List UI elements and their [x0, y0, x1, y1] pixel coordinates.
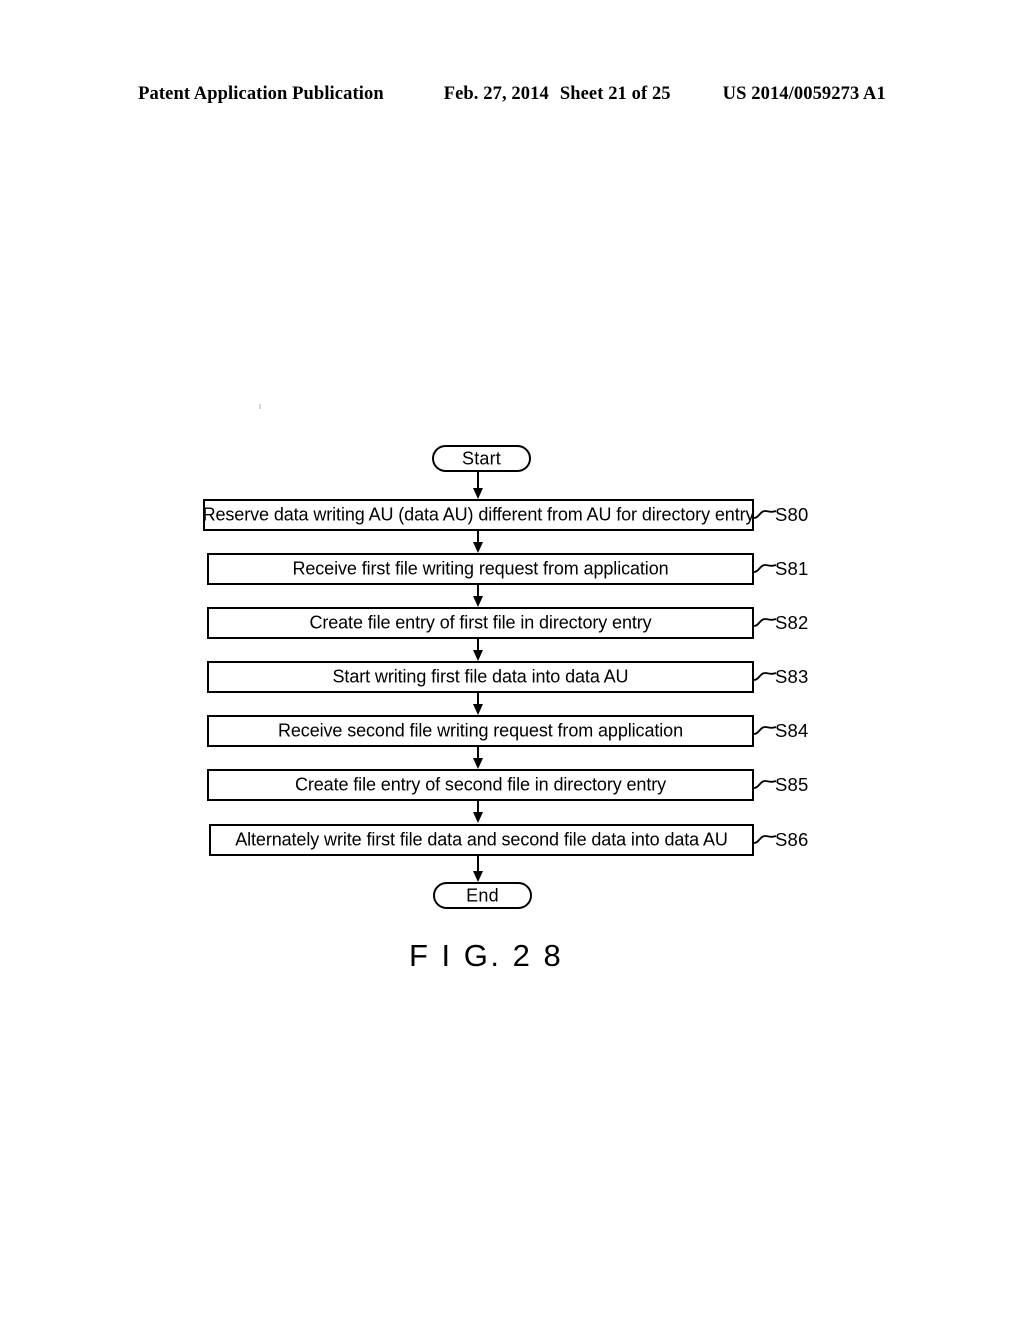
start-label: Start	[461, 448, 501, 468]
leader-line-s84	[754, 726, 776, 735]
step-text-s81: Receive first file writing request from …	[292, 558, 669, 579]
step-id-s85: S85	[775, 774, 809, 795]
arrowhead-s82-to-s83	[473, 650, 483, 661]
flowchart-end-terminator: End	[433, 882, 532, 909]
step-text-s86: Alternately write first file data and se…	[235, 829, 728, 850]
flowchart-step-s83: Start writing first file data into data …	[207, 661, 754, 693]
flowchart-step-s86: Alternately write first file data and se…	[209, 824, 754, 856]
arrowhead-s83-to-s84	[473, 704, 483, 715]
step-text-s85: Create file entry of second file in dire…	[294, 774, 667, 795]
leader-line-s80	[754, 510, 776, 519]
step-id-s84: S84	[775, 720, 809, 741]
flowchart-figure: Start Reserve data writing AU (data AU) …	[0, 0, 1024, 1320]
arrowhead-s86-to-end	[473, 871, 483, 882]
connector-s86-to-end	[477, 856, 480, 872]
end-label: End	[466, 885, 499, 905]
flowchart-step-s81: Receive first file writing request from …	[207, 553, 754, 585]
flowchart-start-terminator: Start	[432, 445, 531, 472]
step-text-s83: Start writing first file data into data …	[332, 666, 629, 687]
arrowhead-s81-to-s82	[473, 596, 483, 607]
leader-line-s86	[754, 835, 776, 844]
leader-line-s82	[754, 618, 776, 627]
arrowhead-s80-to-s81	[473, 542, 483, 553]
scan-artifact	[259, 404, 261, 409]
arrowhead-start-to-s80	[473, 488, 483, 499]
flowchart-step-s84: Receive second file writing request from…	[207, 715, 754, 747]
step-id-s80: S80	[775, 504, 809, 525]
step-text-s84: Receive second file writing request from…	[277, 720, 683, 741]
step-text-s82: Create file entry of first file in direc…	[309, 612, 652, 633]
figure-caption: F I G. 2 8	[409, 938, 564, 973]
flowchart-step-s80: Reserve data writing AU (data AU) differ…	[202, 499, 755, 531]
step-id-s83: S83	[775, 666, 809, 687]
arrowhead-s84-to-s85	[473, 758, 483, 769]
flowchart-step-s85: Create file entry of second file in dire…	[207, 769, 754, 801]
arrowhead-s85-to-s86	[473, 812, 483, 823]
step-id-s81: S81	[775, 558, 809, 579]
leader-line-s81	[754, 564, 776, 573]
leader-line-s83	[754, 672, 776, 681]
leader-line-s85	[754, 780, 776, 789]
step-id-s86: S86	[775, 829, 809, 850]
step-id-s82: S82	[775, 612, 809, 633]
step-text-s80: Reserve data writing AU (data AU) differ…	[202, 504, 755, 525]
flowchart-step-s82: Create file entry of first file in direc…	[207, 607, 754, 639]
